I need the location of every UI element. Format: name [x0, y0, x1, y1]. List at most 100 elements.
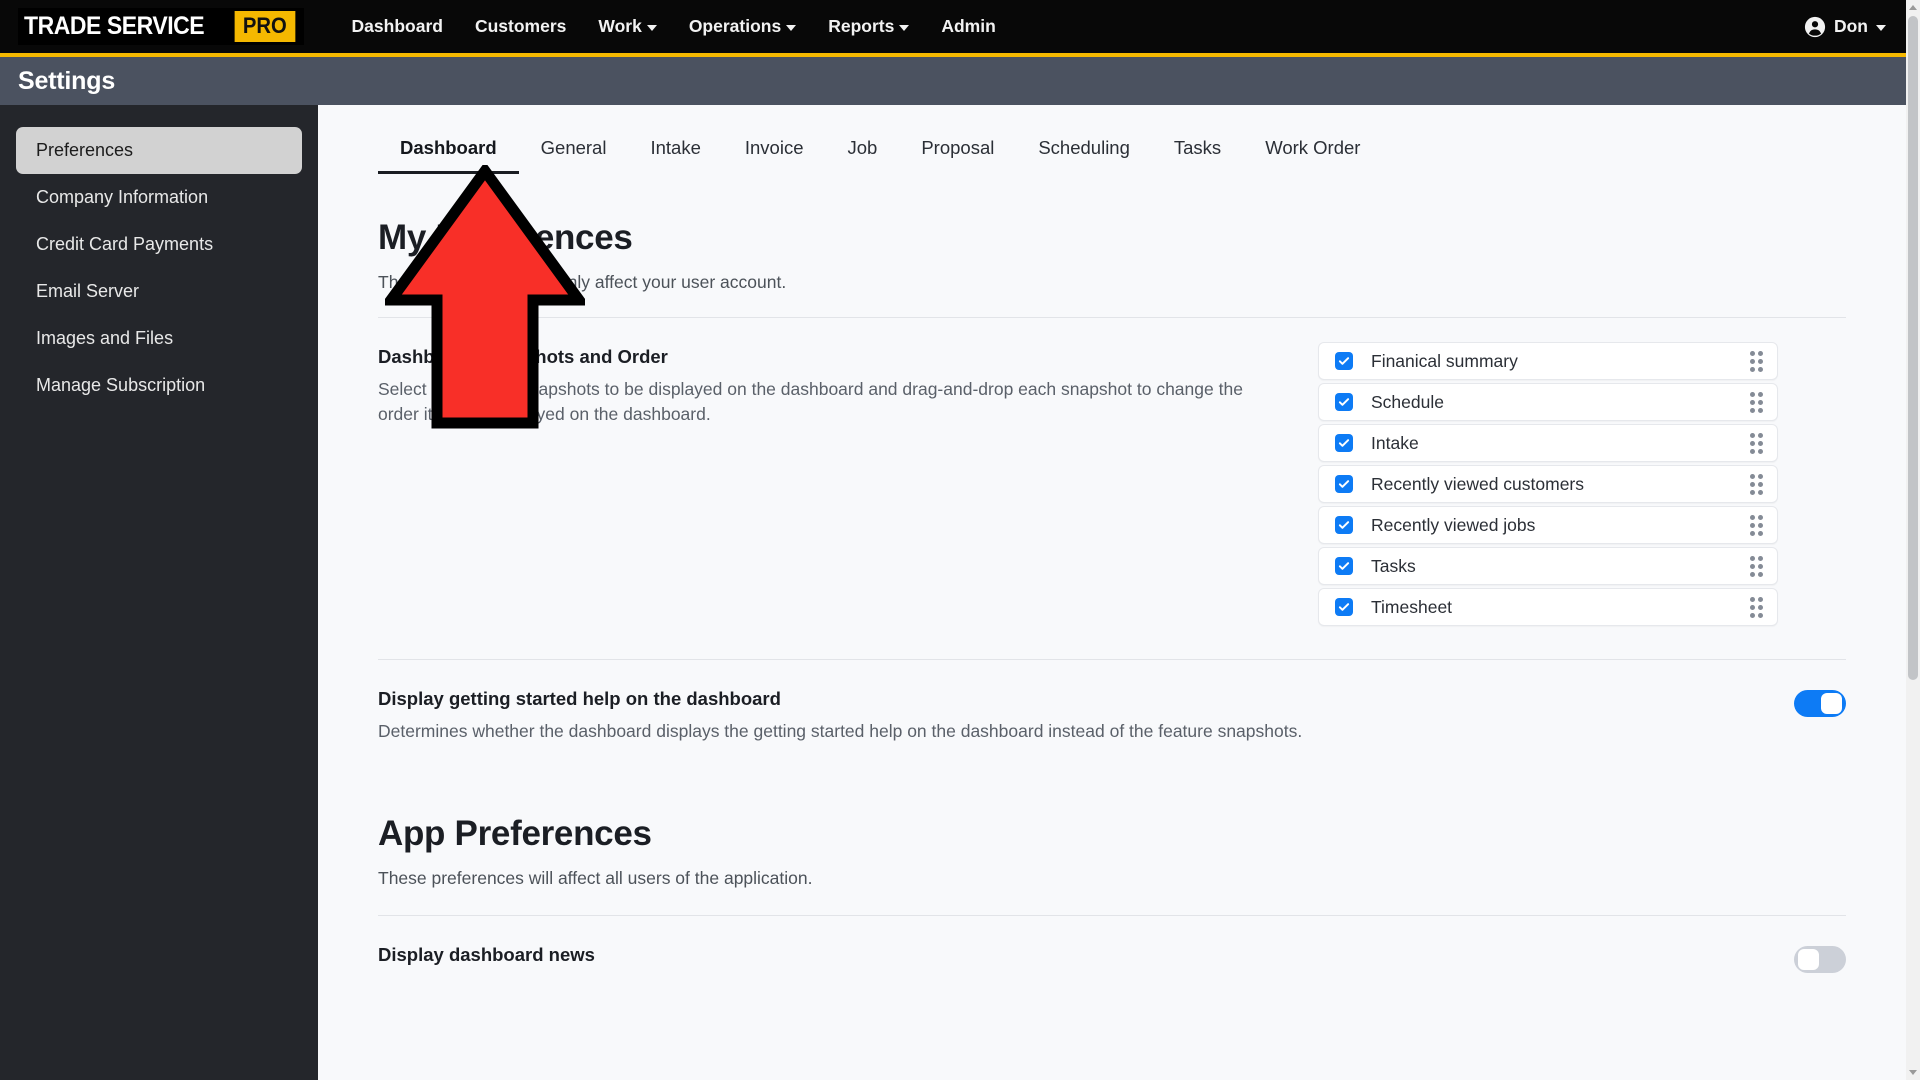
nav-link-customers[interactable]: Customers [459, 8, 582, 45]
snapshot-checkbox[interactable] [1335, 475, 1353, 493]
tab-label: Scheduling [1038, 137, 1130, 158]
sidebar-item-preferences[interactable]: Preferences [16, 127, 302, 174]
dashboard-snapshot-list: Finanical summary Schedule Intake [1318, 342, 1778, 629]
dashboard-snapshots-row: Dashboard Snapshots and Order Select the… [378, 318, 1846, 629]
snapshot-checkbox[interactable] [1335, 434, 1353, 452]
primary-nav: Dashboard Customers Work Operations Repo… [336, 8, 1012, 45]
snapshot-checkbox[interactable] [1335, 352, 1353, 370]
scrollbar-thumb[interactable] [1908, 16, 1918, 680]
snapshot-label: Timesheet [1371, 597, 1452, 618]
chevron-down-icon [1876, 25, 1886, 31]
sidebar-item-label: Preferences [36, 140, 133, 160]
sidebar-item-images-and-files[interactable]: Images and Files [16, 315, 302, 362]
tab-scheduling[interactable]: Scheduling [1016, 129, 1152, 174]
dashboard-news-toggle-wrap [1764, 944, 1846, 973]
snapshot-label: Intake [1371, 433, 1419, 454]
dashboard-news-text: Display dashboard news [378, 944, 1278, 966]
snapshot-label: Recently viewed customers [1371, 474, 1584, 495]
drag-handle-icon[interactable] [1750, 392, 1763, 413]
sidebar-item-email-server[interactable]: Email Server [16, 268, 302, 315]
app-preferences-heading: App Preferences [378, 814, 1846, 854]
tab-label: Proposal [921, 137, 994, 158]
snapshot-label: Tasks [1371, 556, 1416, 577]
chevron-down-icon [647, 25, 657, 31]
tab-intake[interactable]: Intake [628, 129, 722, 174]
snapshot-item-recently-viewed-customers[interactable]: Recently viewed customers [1318, 465, 1778, 503]
snapshot-label: Finanical summary [1371, 351, 1518, 372]
snapshot-checkbox[interactable] [1335, 516, 1353, 534]
account-circle-icon [1804, 16, 1826, 38]
getting-started-help-row: Display getting started help on the dash… [378, 660, 1846, 744]
tab-proposal[interactable]: Proposal [899, 129, 1016, 174]
dashboard-snapshots-title: Dashboard Snapshots and Order [378, 346, 1278, 368]
dashboard-news-title: Display dashboard news [378, 944, 1278, 966]
settings-sidebar: Preferences Company Information Credit C… [0, 105, 318, 1080]
snapshot-item-timesheet[interactable]: Timesheet [1318, 588, 1778, 626]
scroll-down-button[interactable] [1906, 1065, 1920, 1080]
snapshot-checkbox[interactable] [1335, 393, 1353, 411]
tab-tasks[interactable]: Tasks [1152, 129, 1243, 174]
tab-label: Tasks [1174, 137, 1221, 158]
getting-started-help-text: Display getting started help on the dash… [378, 688, 1378, 744]
nav-link-operations-label: Operations [689, 16, 781, 37]
check-icon [1338, 396, 1350, 408]
dashboard-news-toggle[interactable] [1794, 946, 1846, 973]
chevron-down-icon [786, 25, 796, 31]
nav-link-dashboard-label: Dashboard [352, 16, 443, 37]
nav-link-work[interactable]: Work [582, 8, 672, 45]
tab-work-order[interactable]: Work Order [1243, 129, 1382, 174]
toggle-knob [1798, 949, 1819, 970]
drag-handle-icon[interactable] [1750, 597, 1763, 618]
drag-handle-icon[interactable] [1750, 351, 1763, 372]
snapshot-item-financial-summary[interactable]: Finanical summary [1318, 342, 1778, 380]
nav-link-admin[interactable]: Admin [925, 8, 1011, 45]
sidebar-item-credit-card-payments[interactable]: Credit Card Payments [16, 221, 302, 268]
nav-link-reports-label: Reports [828, 16, 894, 37]
sidebar-item-company-information[interactable]: Company Information [16, 174, 302, 221]
getting-started-help-description: Determines whether the dashboard display… [378, 719, 1378, 744]
nav-link-operations[interactable]: Operations [673, 8, 812, 45]
settings-main-panel: Dashboard General Intake Invoice Job Pro… [318, 105, 1906, 1080]
dashboard-snapshots-description: Select the feature snapshots to be displ… [378, 377, 1278, 427]
tab-invoice[interactable]: Invoice [723, 129, 826, 174]
snapshot-item-schedule[interactable]: Schedule [1318, 383, 1778, 421]
nav-link-reports[interactable]: Reports [812, 8, 925, 45]
snapshot-checkbox[interactable] [1335, 598, 1353, 616]
sidebar-item-label: Email Server [36, 281, 139, 301]
my-preferences-subtitle: These preferences will only affect your … [378, 272, 1846, 293]
tab-job[interactable]: Job [826, 129, 900, 174]
tab-general[interactable]: General [519, 129, 629, 174]
scroll-up-button[interactable] [1906, 0, 1920, 15]
chevron-down-icon [899, 25, 909, 31]
drag-handle-icon[interactable] [1750, 474, 1763, 495]
snapshot-item-intake[interactable]: Intake [1318, 424, 1778, 462]
drag-handle-icon[interactable] [1750, 515, 1763, 536]
page-scrollbar[interactable] [1906, 0, 1920, 1080]
app-logo[interactable]: TRADE SERVICE PRO [18, 8, 304, 45]
logo-pro-badge: PRO [234, 11, 294, 42]
settings-tab-bar: Dashboard General Intake Invoice Job Pro… [318, 105, 1906, 174]
check-icon [1338, 437, 1350, 449]
nav-link-customers-label: Customers [475, 16, 566, 37]
my-preferences-section: My Preferences These preferences will on… [318, 218, 1906, 973]
snapshot-item-recently-viewed-jobs[interactable]: Recently viewed jobs [1318, 506, 1778, 544]
getting-started-help-toggle-wrap [1764, 688, 1846, 717]
sidebar-item-manage-subscription[interactable]: Manage Subscription [16, 362, 302, 409]
check-icon [1338, 560, 1350, 572]
tab-label: Intake [650, 137, 700, 158]
getting-started-help-toggle[interactable] [1794, 690, 1846, 717]
sidebar-item-label: Company Information [36, 187, 208, 207]
logo-text: TRADE SERVICE [24, 12, 204, 41]
drag-handle-icon[interactable] [1750, 433, 1763, 454]
user-menu[interactable]: Don [1804, 16, 1886, 38]
tab-label: General [541, 137, 607, 158]
drag-handle-icon[interactable] [1750, 556, 1763, 577]
check-icon [1338, 519, 1350, 531]
nav-link-dashboard[interactable]: Dashboard [336, 8, 459, 45]
snapshot-item-tasks[interactable]: Tasks [1318, 547, 1778, 585]
sidebar-item-label: Credit Card Payments [36, 234, 213, 254]
tab-label: Job [848, 137, 878, 158]
tab-dashboard[interactable]: Dashboard [378, 129, 519, 174]
app-preferences-subtitle: These preferences will affect all users … [378, 868, 1846, 889]
snapshot-checkbox[interactable] [1335, 557, 1353, 575]
